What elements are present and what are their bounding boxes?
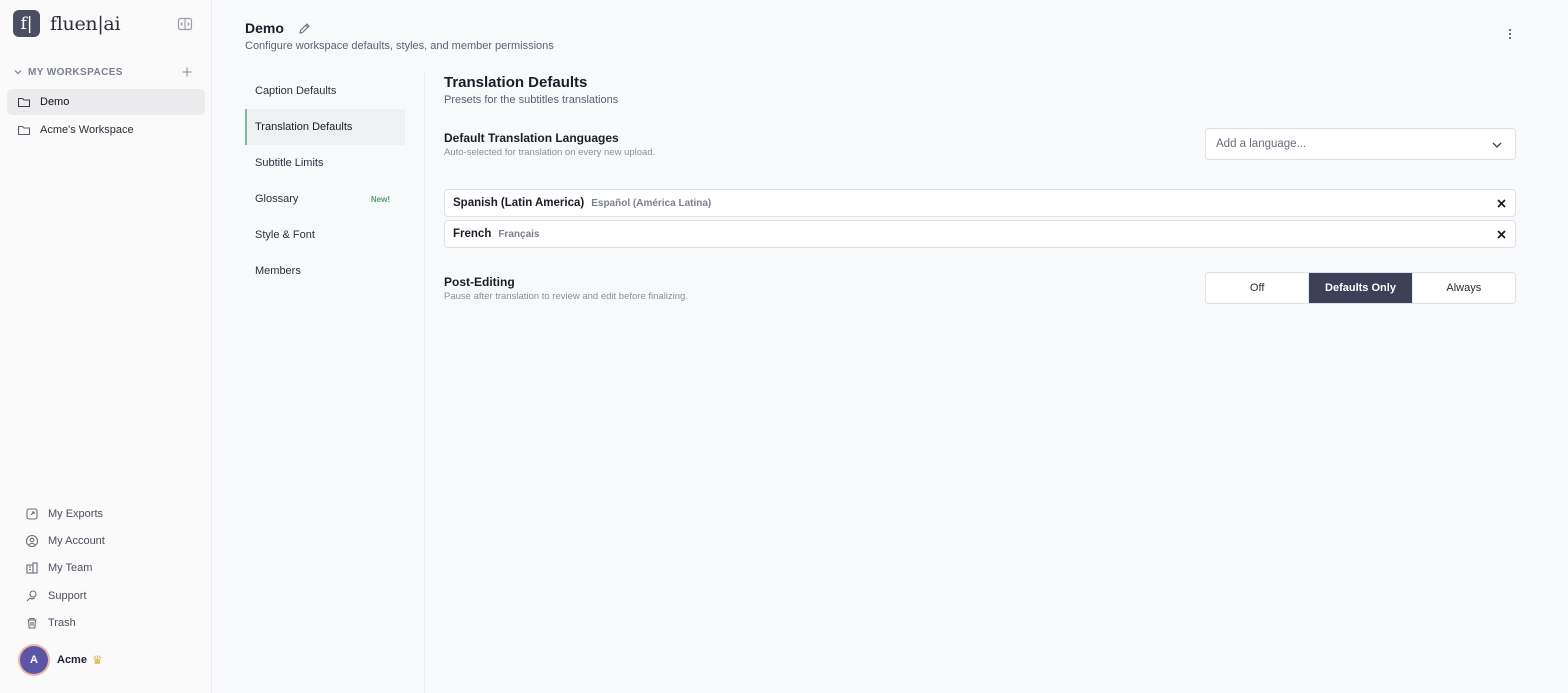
folder-icon xyxy=(17,125,31,136)
language-native-name: Español (América Latina) xyxy=(591,197,712,209)
language-chip: Spanish (Latin America) Español (América… xyxy=(444,189,1516,217)
divider xyxy=(424,73,425,693)
post-editing-toggle: Off Defaults Only Always xyxy=(1205,272,1516,304)
post-editing-always-button[interactable]: Always xyxy=(1413,273,1515,303)
sidebar-toggle-icon[interactable] xyxy=(177,16,193,32)
add-language-placeholder: Add a language... xyxy=(1216,138,1307,150)
folder-icon xyxy=(17,97,31,108)
tab-label: Style & Font xyxy=(255,229,315,241)
settings-tab-glossary[interactable]: Glossary New! xyxy=(245,181,405,217)
sidebar: f| fluen|ai MY WORKSPACES Demo Acme's Wo… xyxy=(0,0,212,693)
remove-language-icon[interactable] xyxy=(1496,229,1507,240)
nav-trash[interactable]: Trash xyxy=(25,609,105,636)
language-name: Spanish (Latin America) xyxy=(453,197,585,209)
settings-tab-translation-defaults[interactable]: Translation Defaults xyxy=(245,109,405,145)
section-title: Translation Defaults xyxy=(444,74,588,91)
tab-label: Translation Defaults xyxy=(255,121,353,133)
post-editing-title: Post-Editing xyxy=(444,275,515,289)
language-chip: French Français xyxy=(444,220,1516,248)
user-name: Acme xyxy=(57,654,87,666)
more-options-icon[interactable] xyxy=(1503,27,1517,41)
post-editing-defaults-only-button[interactable]: Defaults Only xyxy=(1309,273,1413,303)
settings-tab-subtitle-limits[interactable]: Subtitle Limits xyxy=(245,145,405,181)
remove-language-icon[interactable] xyxy=(1496,198,1507,209)
nav-label: My Account xyxy=(48,534,105,547)
new-badge: New! xyxy=(370,194,390,204)
language-name: French xyxy=(453,228,492,240)
nav-label: My Exports xyxy=(48,507,104,520)
team-icon xyxy=(26,562,38,574)
default-languages-title: Default Translation Languages xyxy=(444,131,619,145)
workspace-label: Demo xyxy=(40,96,70,108)
user-profile[interactable]: A Acme ♛ xyxy=(20,646,103,674)
page-subtitle: Configure workspace defaults, styles, an… xyxy=(245,40,554,52)
support-icon xyxy=(26,589,37,601)
nav-label: Trash xyxy=(48,616,76,629)
crown-icon: ♛ xyxy=(91,653,103,667)
settings-nav: Caption Defaults Translation Defaults Su… xyxy=(245,73,405,289)
chevron-down-icon xyxy=(14,70,22,75)
workspace-item-acme[interactable]: Acme's Workspace xyxy=(7,117,205,143)
settings-tab-members[interactable]: Members xyxy=(245,253,405,289)
tab-label: Glossary xyxy=(255,193,299,205)
nav-support[interactable]: Support xyxy=(25,582,105,609)
section-subtitle: Presets for the subtitles translations xyxy=(444,94,619,106)
language-native-name: Français xyxy=(498,228,540,240)
tab-label: Subtitle Limits xyxy=(255,157,324,169)
bottom-nav: My Exports My Account My Team Support Tr… xyxy=(25,500,105,636)
settings-tab-caption-defaults[interactable]: Caption Defaults xyxy=(245,73,405,109)
post-editing-description: Pause after translation to review and ed… xyxy=(444,291,688,302)
logo-text: fluen|ai xyxy=(50,12,121,35)
nav-my-account[interactable]: My Account xyxy=(25,527,105,554)
account-icon xyxy=(25,534,39,547)
edit-pencil-icon[interactable] xyxy=(298,22,311,35)
default-languages-description: Auto-selected for translation on every n… xyxy=(444,147,656,158)
nav-my-team[interactable]: My Team xyxy=(25,555,105,582)
post-editing-off-button[interactable]: Off xyxy=(1206,273,1310,303)
settings-tab-style-font[interactable]: Style & Font xyxy=(245,217,405,253)
page-title: Demo xyxy=(245,20,284,36)
add-language-select[interactable]: Add a language... xyxy=(1205,128,1516,160)
logo-mark: f| xyxy=(13,10,40,37)
tab-label: Members xyxy=(255,265,301,277)
chevron-down-icon xyxy=(1492,142,1502,148)
nav-label: My Team xyxy=(48,562,93,575)
exports-icon xyxy=(26,508,38,520)
nav-my-exports[interactable]: My Exports xyxy=(25,500,105,527)
nav-label: Support xyxy=(48,589,87,602)
logo[interactable]: f| fluen|ai xyxy=(13,10,121,37)
avatar: A xyxy=(20,646,48,674)
tab-label: Caption Defaults xyxy=(255,85,337,97)
trash-icon xyxy=(27,617,37,629)
add-workspace-icon[interactable] xyxy=(181,66,193,78)
workspace-item-demo[interactable]: Demo xyxy=(7,89,205,115)
workspace-label: Acme's Workspace xyxy=(40,124,134,136)
workspaces-label: MY WORKSPACES xyxy=(28,66,123,78)
workspaces-header[interactable]: MY WORKSPACES xyxy=(13,64,199,80)
